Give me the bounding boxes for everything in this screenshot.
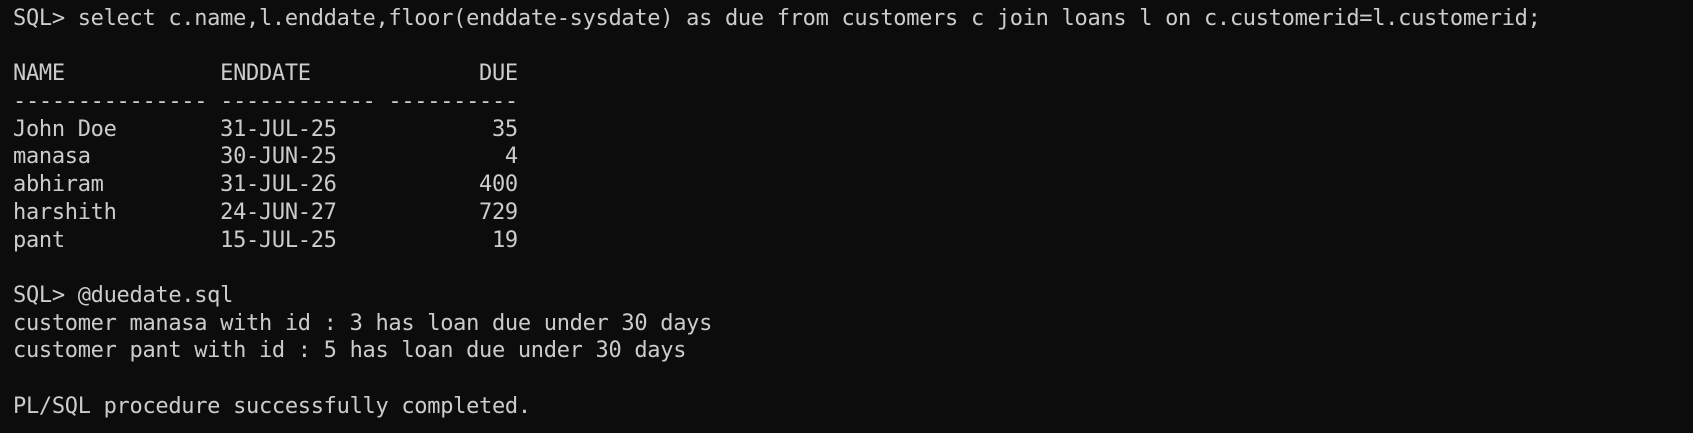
result-row: manasa 30-JUN-25 4 (13, 144, 518, 170)
result-row: pant 15-JUL-25 19 (13, 227, 518, 253)
procedure-output-line: customer pant with id : 5 has loan due u… (13, 338, 687, 364)
terminal-window[interactable]: SQL> select c.name,l.enddate,floor(endda… (0, 0, 1693, 433)
sql-script-command-line: SQL> @duedate.sql (13, 282, 234, 308)
result-separator-row: --------------- ------------ ---------- (13, 89, 518, 115)
result-row: abhiram 31-JUL-26 400 (13, 172, 518, 198)
result-header-row: NAME ENDDATE DUE (13, 61, 518, 87)
completion-message-line: PL/SQL procedure successfully completed. (13, 393, 531, 419)
result-row: harshith 24-JUN-27 729 (13, 199, 518, 225)
sql-command-line: SQL> select c.name,l.enddate,floor(endda… (13, 6, 1541, 31)
result-row: John Doe 31-JUL-25 35 (13, 116, 518, 142)
procedure-output-line: customer manasa with id : 3 has loan due… (13, 310, 713, 336)
